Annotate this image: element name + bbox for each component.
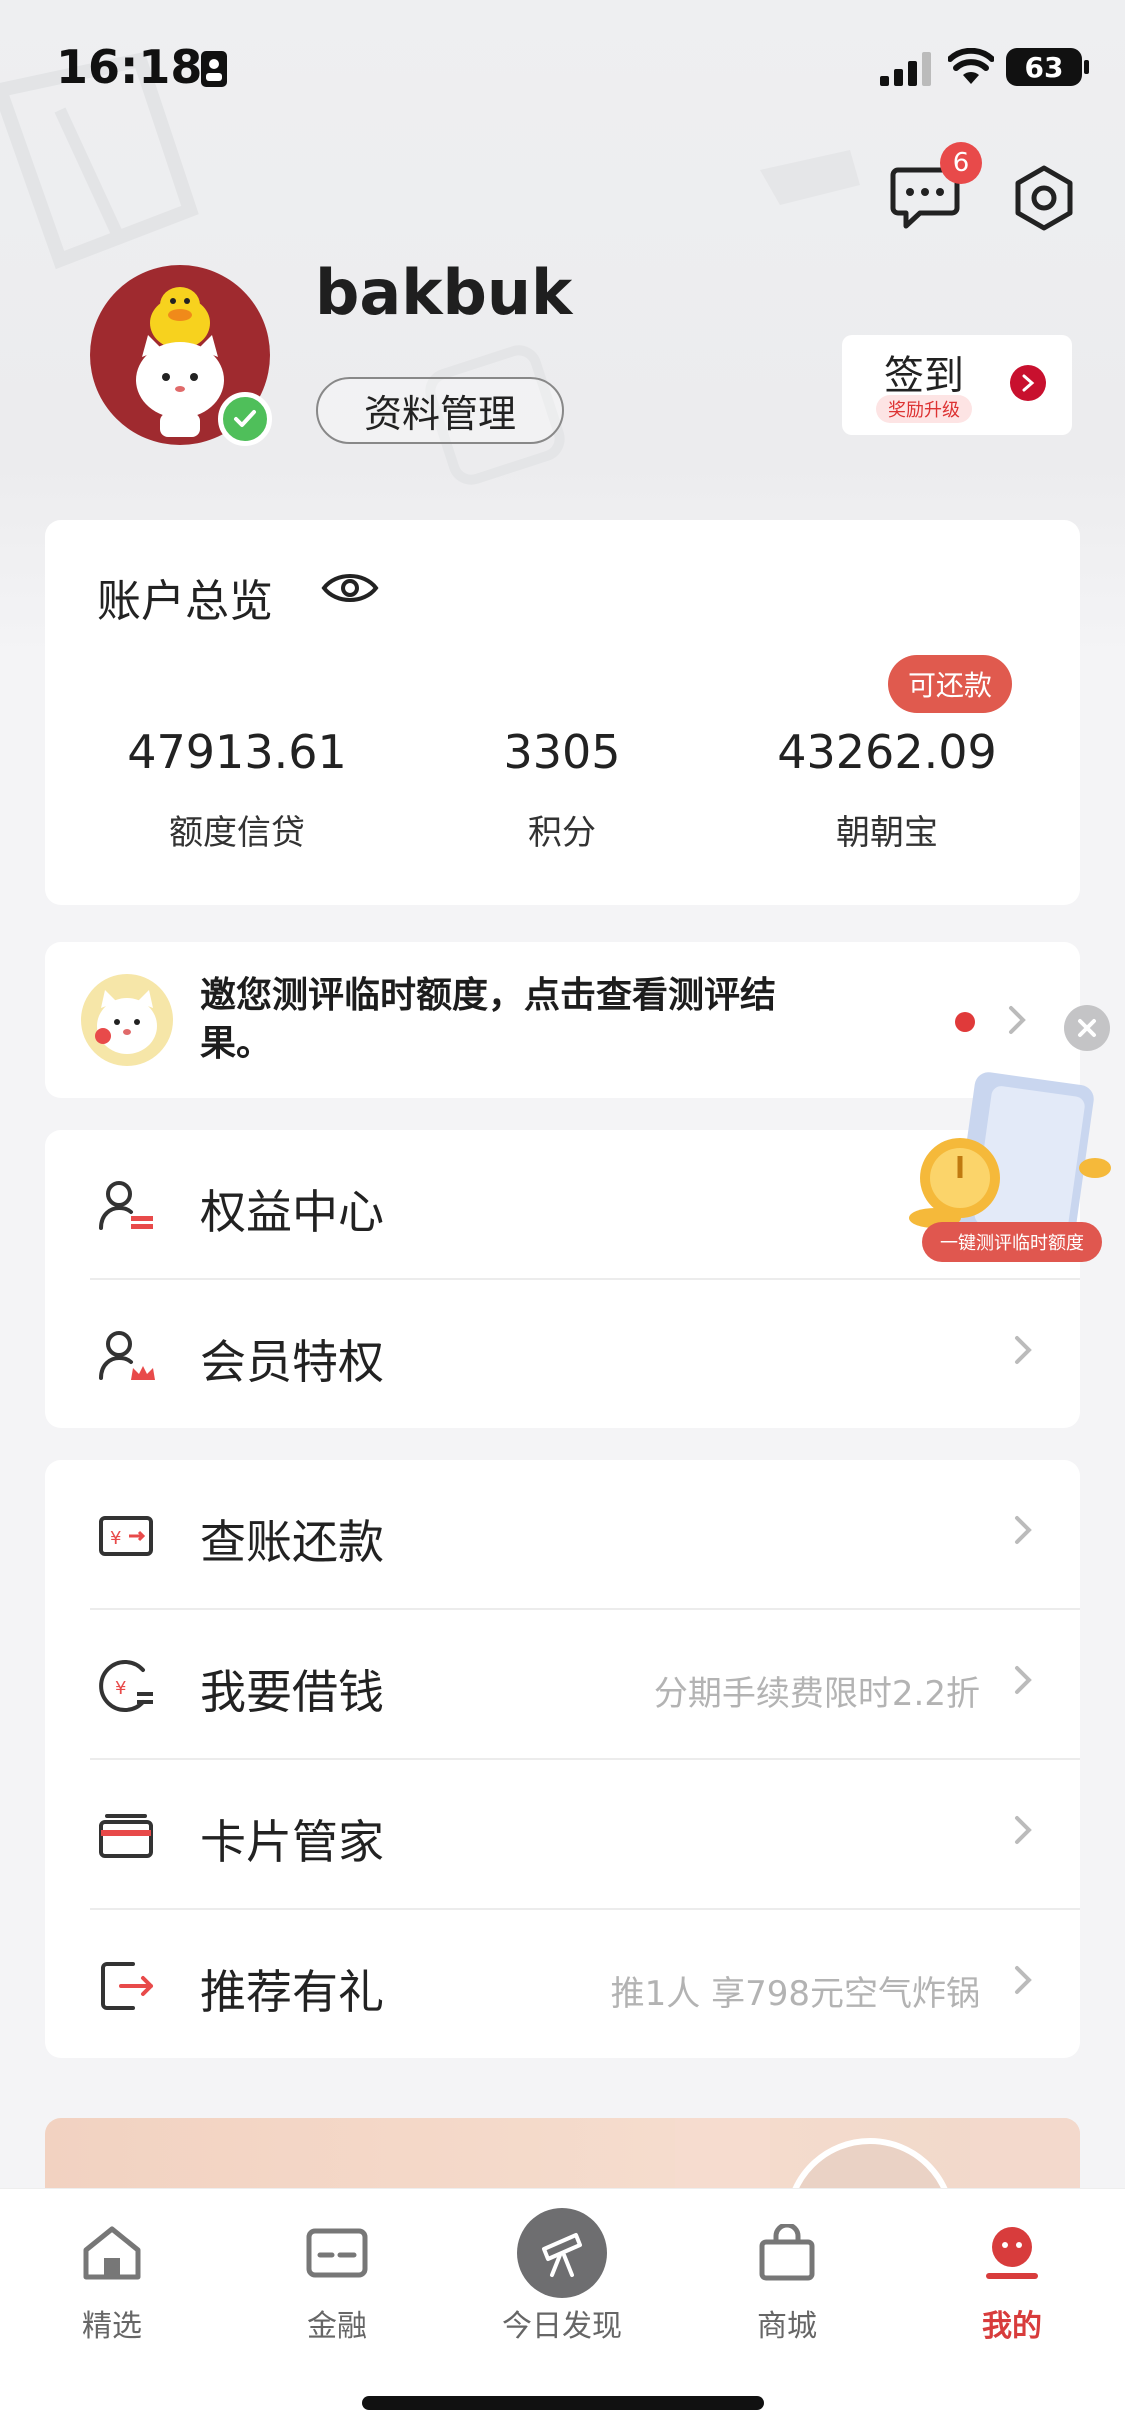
menu-hint: 分期手续费限时2.2折 bbox=[653, 1674, 980, 1714]
tab-discover[interactable]: 今日发现 bbox=[482, 2208, 642, 2345]
menu-label: 我要借钱 bbox=[200, 1665, 384, 1719]
menu-label: 卡片管家 bbox=[200, 1815, 384, 1869]
menu-item-card-manager[interactable]: 卡片管家 bbox=[45, 1760, 1080, 1910]
tab-label: 金融 bbox=[307, 2309, 367, 2344]
stat-credit[interactable]: 47913.61 额度信贷 bbox=[67, 725, 407, 854]
finance-card-icon bbox=[306, 2228, 368, 2278]
loan-icon: ¥ bbox=[99, 1660, 153, 1712]
menu-label: 推荐有礼 bbox=[200, 1965, 384, 2019]
verified-check-icon bbox=[218, 392, 272, 446]
settings-icon[interactable] bbox=[1010, 164, 1078, 232]
bill-icon: ¥ bbox=[99, 1516, 153, 1556]
checkin-label: 签到 bbox=[884, 353, 964, 399]
tab-mall[interactable]: 商城 bbox=[707, 2213, 867, 2345]
close-float-promo-button[interactable] bbox=[1064, 1005, 1110, 1051]
checkin-reward-tag: 奖励升级 bbox=[876, 395, 972, 423]
username: bakbuk bbox=[315, 256, 573, 329]
user-card-icon bbox=[99, 1181, 153, 1230]
float-promo-label[interactable]: 一键测评临时额度 bbox=[922, 1222, 1102, 1262]
message-count-badge: 6 bbox=[940, 142, 982, 184]
stat-zhaozhaobao[interactable]: 43262.09 朝朝宝 bbox=[717, 725, 1057, 854]
mine-face-icon bbox=[986, 2227, 1038, 2279]
signal-icon bbox=[880, 52, 931, 86]
menu-label: 权益中心 bbox=[200, 1185, 384, 1239]
stat-points[interactable]: 3305 积分 bbox=[392, 725, 732, 854]
battery-tip bbox=[1084, 60, 1089, 74]
menu-hint: 推1人 享798元空气炸锅 bbox=[610, 1974, 980, 2014]
stat-label: 朝朝宝 bbox=[836, 813, 938, 853]
id-card-icon bbox=[201, 51, 227, 87]
profile-manage-button[interactable]: 资料管理 bbox=[316, 377, 564, 444]
lucky-cat-icon bbox=[81, 974, 173, 1066]
tab-label: 今日发现 bbox=[502, 2309, 622, 2344]
tab-label: 精选 bbox=[82, 2309, 142, 2344]
tab-featured[interactable]: 精选 bbox=[32, 2213, 192, 2345]
stat-value: 3305 bbox=[503, 725, 621, 779]
unread-dot bbox=[955, 1012, 975, 1032]
repay-available-tag: 可还款 bbox=[888, 655, 1012, 713]
chevron-right-icon bbox=[1015, 1516, 1032, 1544]
card-icon bbox=[99, 1814, 153, 1858]
share-exit-icon bbox=[101, 1962, 153, 2010]
tab-mine[interactable]: 我的 bbox=[932, 2213, 1092, 2345]
chevron-right-icon bbox=[1015, 1666, 1032, 1694]
stat-label: 积分 bbox=[528, 813, 596, 853]
home-icon bbox=[83, 2226, 141, 2280]
svg-text:¥: ¥ bbox=[110, 1528, 121, 1549]
stat-label: 额度信贷 bbox=[169, 813, 305, 853]
status-time: 16:18 bbox=[56, 40, 203, 94]
wifi-icon bbox=[948, 48, 994, 84]
status-bar: 16:18 63 bbox=[0, 0, 1125, 140]
tab-label: 我的 bbox=[982, 2309, 1042, 2344]
stat-value: 43262.09 bbox=[777, 725, 997, 779]
battery-indicator: 63 bbox=[1006, 48, 1082, 86]
menu-item-bill-repay[interactable]: ¥ 查账还款 bbox=[45, 1460, 1080, 1610]
menu-item-borrow[interactable]: ¥ 我要借钱 分期手续费限时2.2折 bbox=[45, 1610, 1080, 1760]
home-indicator bbox=[362, 2396, 764, 2410]
menu-item-referral[interactable]: 推荐有礼 推1人 享798元空气炸锅 bbox=[45, 1910, 1080, 2060]
menu-item-member-privileges[interactable]: 会员特权 bbox=[45, 1280, 1080, 1430]
tab-finance[interactable]: 金融 bbox=[257, 2213, 417, 2345]
notice-text: 邀您测评临时额度，点击查看测评结果。 bbox=[200, 975, 777, 1064]
tab-label: 商城 bbox=[757, 2309, 817, 2344]
menu-group-finance: ¥ 查账还款 ¥ 我要借钱 分期手续费限时2.2折 卡片管家 推荐有礼 推1人 … bbox=[45, 1460, 1080, 2058]
menu-label: 会员特权 bbox=[200, 1335, 384, 1389]
eye-icon[interactable] bbox=[320, 568, 380, 608]
stat-value: 47913.61 bbox=[127, 725, 347, 779]
telescope-icon bbox=[542, 2233, 582, 2277]
overview-title: 账户总览 bbox=[97, 576, 273, 627]
chevron-right-icon bbox=[1015, 1336, 1032, 1364]
checkin-button[interactable]: 签到 奖励升级 bbox=[842, 335, 1072, 435]
user-crown-icon bbox=[99, 1331, 155, 1380]
checkin-arrow-icon bbox=[1010, 365, 1046, 401]
chevron-right-icon bbox=[1015, 1816, 1032, 1844]
chevron-right-icon bbox=[1015, 1966, 1032, 1994]
svg-text:¥: ¥ bbox=[115, 1678, 126, 1699]
menu-label: 查账还款 bbox=[200, 1515, 384, 1569]
chevron-right-icon bbox=[1009, 1006, 1026, 1034]
shopping-bag-icon bbox=[759, 2224, 815, 2281]
